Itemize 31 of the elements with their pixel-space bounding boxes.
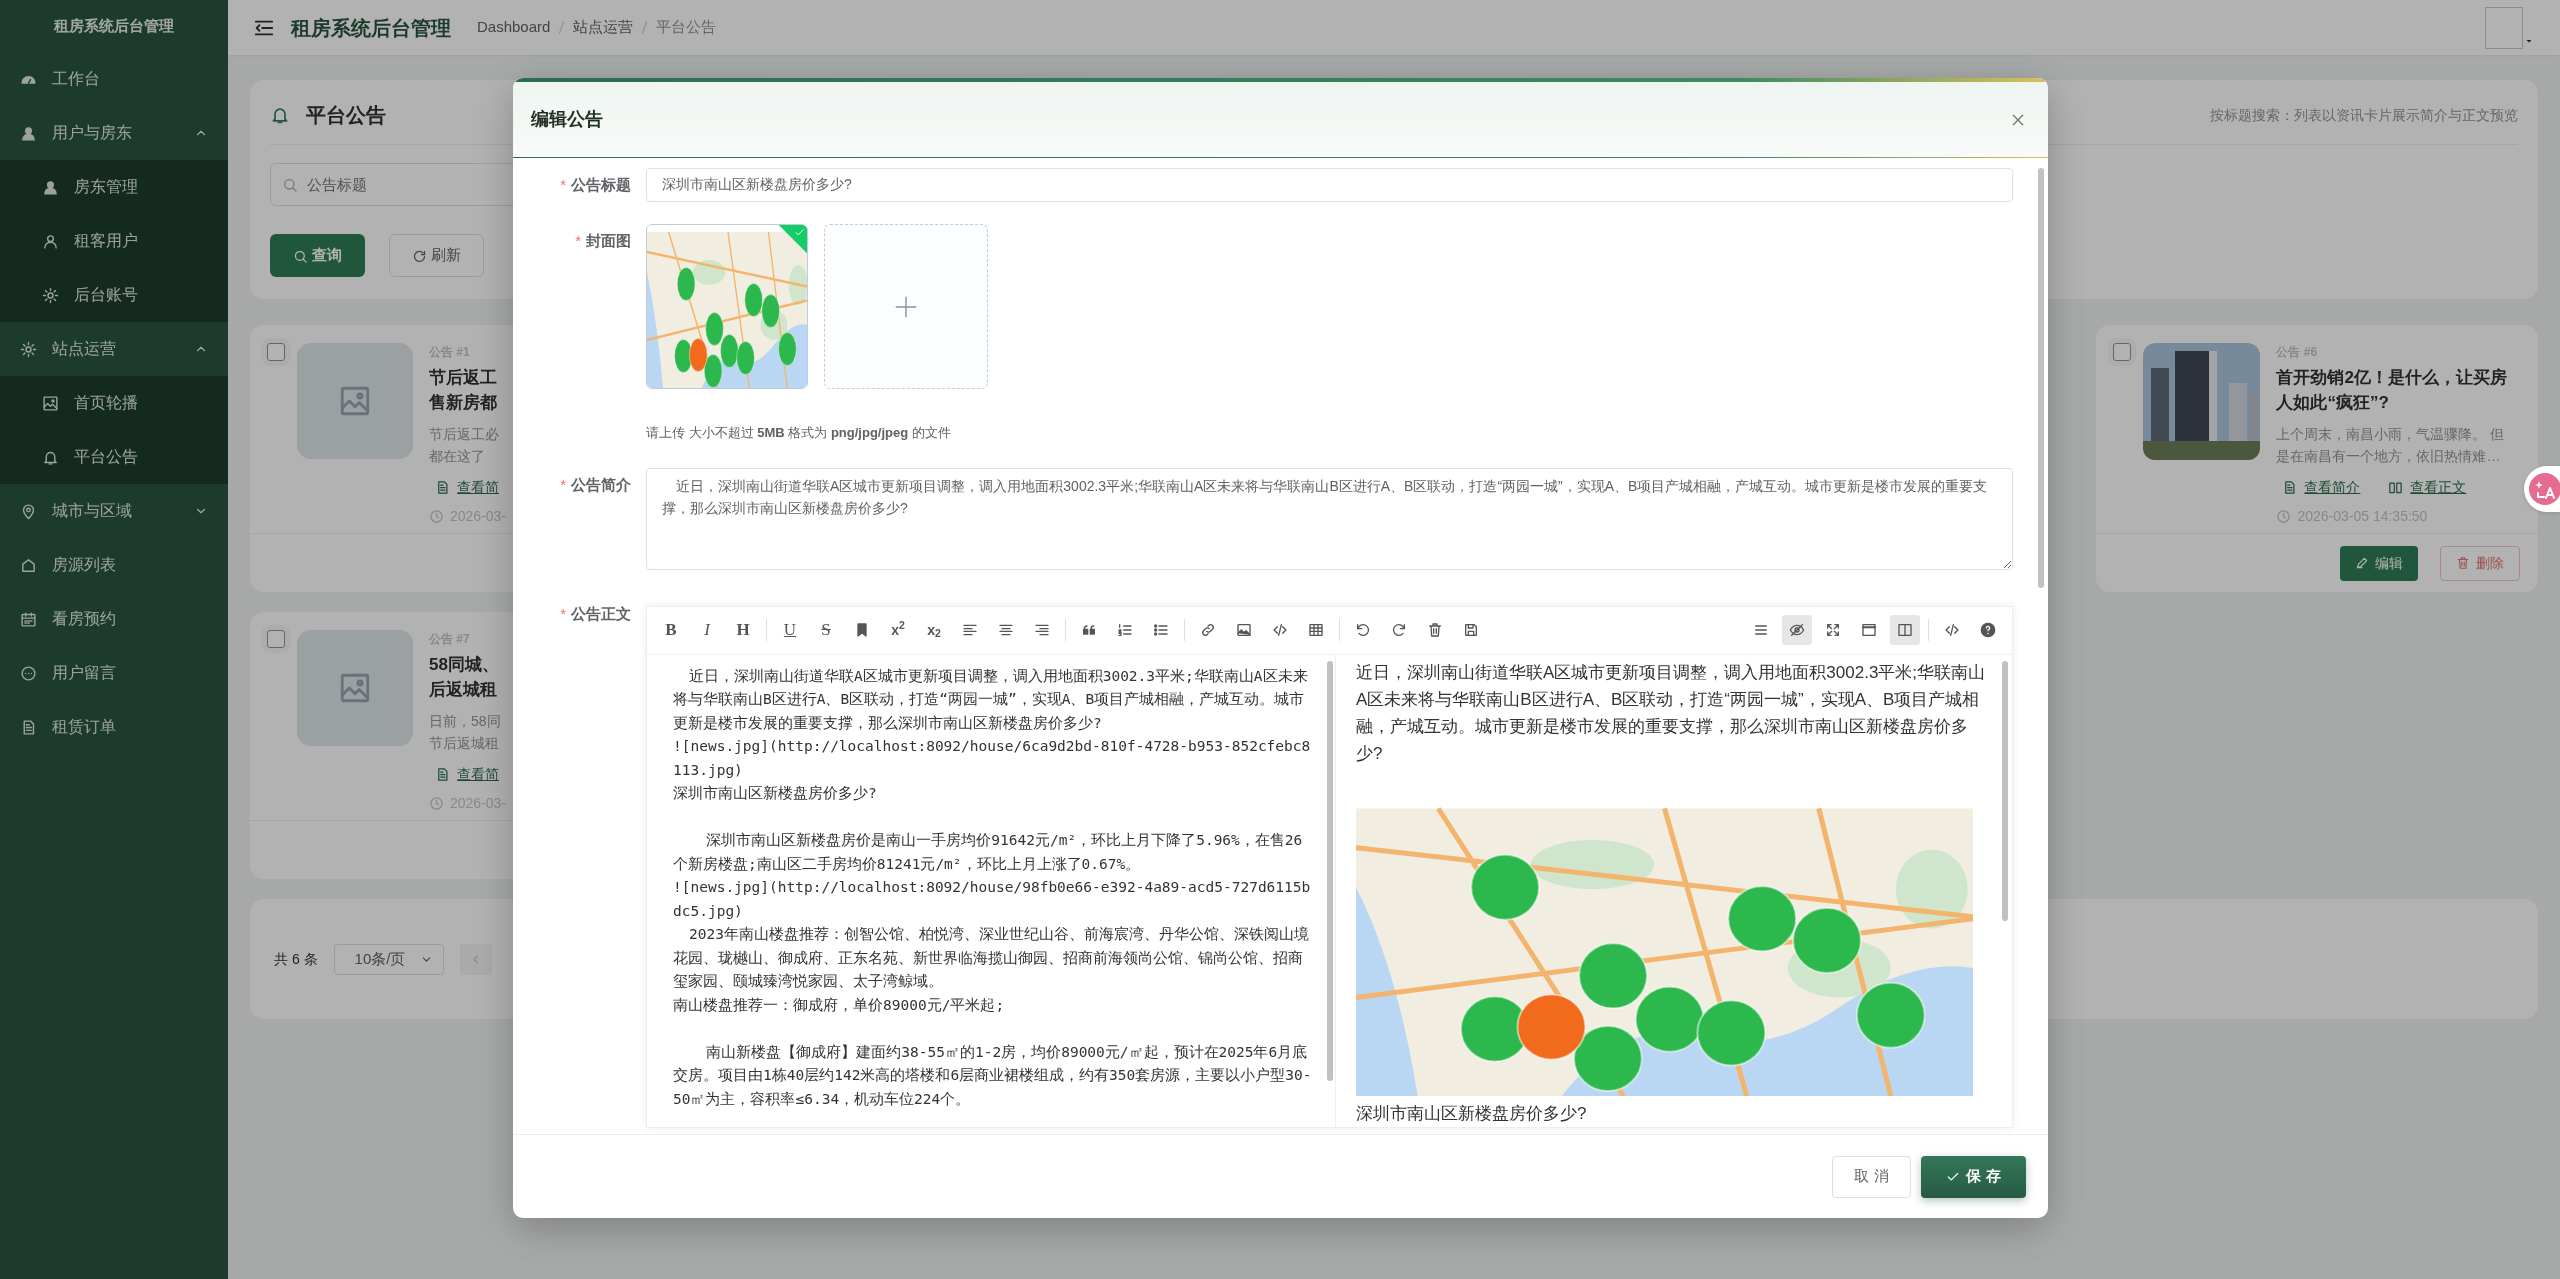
card-summary: 日前，58同 节后返城租 — [429, 712, 501, 753]
markdown-line: 深圳市南山区新楼盘房价是南山一手房均价91642元/m²，环比上月下降了5.96%，在售26个新房楼盘;南山区二手房均价81241元/m²，环比上月上涨了0.67%。 — [673, 831, 1304, 874]
field-label: 公告简介 — [571, 475, 631, 493]
markdown-line: 南山楼盘推荐一：御成府，单价89000元/平米起; — [673, 995, 1006, 1015]
required-mark: * — [575, 232, 581, 249]
markdown-line: 南山新楼盘【御成府】建面约38-55㎡的1-2房，均价89000元/㎡起，预计在2025年6月底交房。项目由1栋40层约142米高的塔楼和6层商业裙楼组成，约有350套房源，主要以小户型30-50㎡为主，容积率≤6.34，机动车位224个。 — [673, 1042, 1313, 1109]
required-mark: * — [560, 604, 566, 622]
hint-text: 按标题搜索：列表以资讯卡片展示简介与正文预览 — [2210, 105, 2518, 125]
card-title: 首开劲销2亿！是什么，让买房 人如此“疯狂”? — [2276, 367, 2507, 414]
preview-paragraph: 近日，深圳南山街道华联A区城市更新项目调整，调入用地面积3002.3平米;华联南山A区未来将与华联南山B区进行A、B区联动，打造“两园一城”，实现A、B项目产城相融，产城互动。城市更新是楼市发展的重要支撑，那么深圳市南山区新楼盘房价多少? — [1356, 661, 1987, 765]
card-title: 节后返工 售新房都 — [429, 367, 497, 414]
required-mark: * — [560, 475, 566, 493]
page-title: 平台公告 — [306, 103, 386, 128]
markdown-line: 深圳市南山区新楼盘房价多少? — [673, 784, 878, 803]
dialog-title: 编辑公告 — [531, 108, 603, 131]
app-title: 租房系统后台管理 — [291, 15, 451, 41]
markdown-line: 2023年南山楼盘推荐：创智公馆、柏悦湾、深业世纪山谷、前海宸湾、丹华公馆、深铁阅山境花园、珑樾山、御成府、正东名苑、新世界临海揽山御园、招商前海领尚公馆、锦尚公馆、招商玺家园、颐城臻湾悦家园、太子湾鲸域。 — [673, 925, 1310, 991]
field-label: 公告标题 — [571, 176, 631, 193]
card-summary: 上个周末，南昌小雨，气温骤降。 但 是在南昌有一个地方，依旧热情难… — [2276, 425, 2505, 466]
card-summary: 节后返工必 都在这了 — [429, 425, 499, 466]
card-title: 58同城、 后返城租 — [429, 654, 499, 701]
field-label: 公告正文 — [571, 604, 631, 622]
field-label: 封面图 — [586, 232, 631, 249]
markdown-line: 近日，深圳南山街道华联A区城市更新项目调整，调入用地面积3002.3平米;华联南山A区未来将与华联南山B区进行A、B区联动，打造“两园一城”，实现A、B项目产城相融，产城互动。城市更新是楼市发展的重要支撑，那么深圳市南山区新楼盘房价多少? — [673, 666, 1309, 733]
upload-hint: 请上传 大小不超过 5MB 格式为 png/jpg/jpeg 的文件 — [646, 424, 952, 442]
required-mark: * — [560, 176, 566, 193]
total-count: 共 6 条 — [274, 949, 318, 969]
app-title: 租房系统后台管理 — [52, 15, 175, 36]
preview-paragraph: 深圳市南山区新楼盘房价多少? — [1356, 1102, 1588, 1125]
markdown-line: ![news.jpg](http://localhost:8092/house/6ca9d2bd-810f-4728-b953-852cfebc8113.jpg) — [673, 737, 1312, 780]
markdown-line: ![news.jpg](http://localhost:8092/house/98fb0e66-e392-4a89-acd5-727d6115bdc5.jpg) — [673, 878, 1312, 921]
